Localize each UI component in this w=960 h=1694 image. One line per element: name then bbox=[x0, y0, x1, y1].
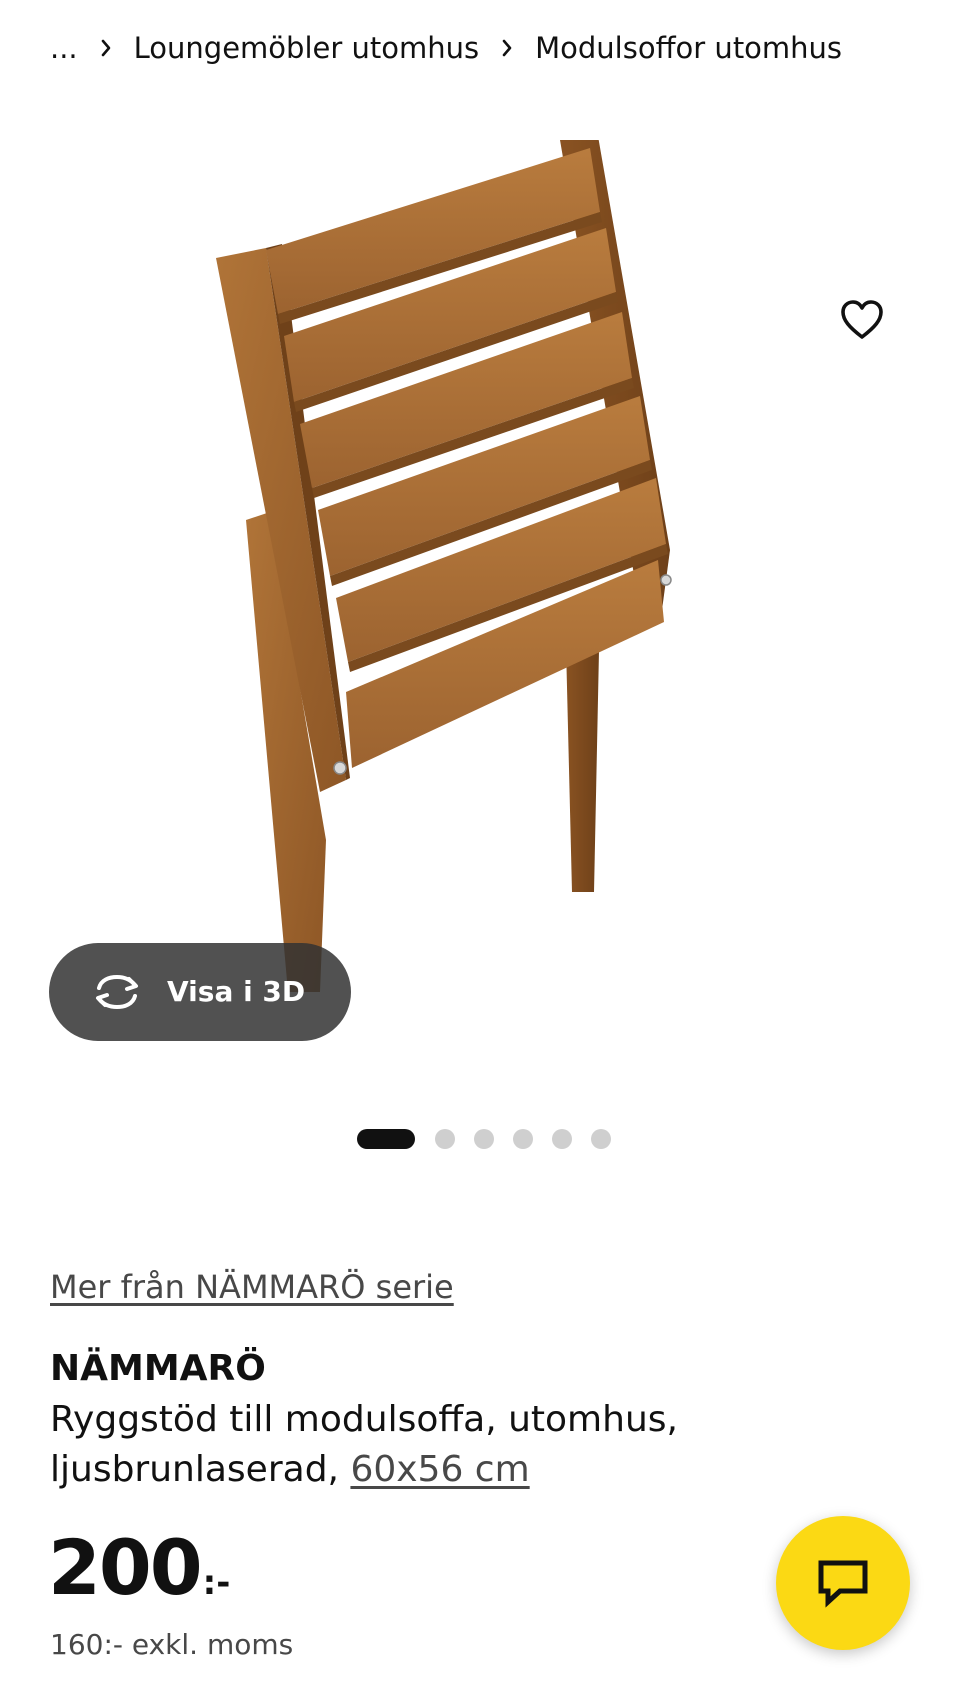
chevron-right-icon bbox=[479, 38, 535, 58]
favourite-button[interactable] bbox=[830, 288, 894, 352]
heart-icon bbox=[841, 300, 883, 339]
gallery-dot[interactable] bbox=[552, 1129, 572, 1149]
gallery-dot[interactable] bbox=[513, 1129, 533, 1149]
chat-button[interactable] bbox=[776, 1516, 910, 1650]
breadcrumb-item-lounge-furniture[interactable]: Loungemöbler utomhus bbox=[134, 31, 479, 65]
product-name: NÄMMARÖ bbox=[50, 1348, 266, 1389]
breadcrumb-ellipsis[interactable]: ... bbox=[50, 31, 78, 65]
chat-bubble-icon bbox=[818, 1560, 868, 1608]
size-link[interactable]: 60x56 cm bbox=[350, 1449, 529, 1490]
gallery-dot[interactable] bbox=[591, 1129, 611, 1149]
breadcrumb-item-modular-sofas[interactable]: Modulsoffor utomhus bbox=[535, 31, 842, 65]
price-amount: 200 bbox=[48, 1523, 203, 1612]
rotate-3d-icon bbox=[96, 974, 138, 1010]
view-in-3d-label: Visa i 3D bbox=[167, 975, 306, 1008]
gallery-dot[interactable] bbox=[435, 1129, 455, 1149]
gallery-dot[interactable] bbox=[474, 1129, 494, 1149]
gallery-pagination bbox=[0, 1128, 960, 1150]
view-in-3d-button[interactable]: Visa i 3D bbox=[49, 943, 351, 1041]
chevron-right-icon bbox=[78, 38, 134, 58]
series-link[interactable]: Mer från NÄMMARÖ serie bbox=[50, 1268, 454, 1306]
gallery-dot-active[interactable] bbox=[357, 1129, 415, 1149]
price-suffix: :- bbox=[202, 1563, 231, 1603]
price-excl-vat: 160:- exkl. moms bbox=[50, 1628, 294, 1661]
price: 200 :- bbox=[48, 1528, 230, 1608]
breadcrumb: ... Loungemöbler utomhus Modulsoffor uto… bbox=[50, 24, 842, 72]
product-description: Ryggstöd till modulsoffa, utomhus, ljusb… bbox=[50, 1395, 770, 1495]
